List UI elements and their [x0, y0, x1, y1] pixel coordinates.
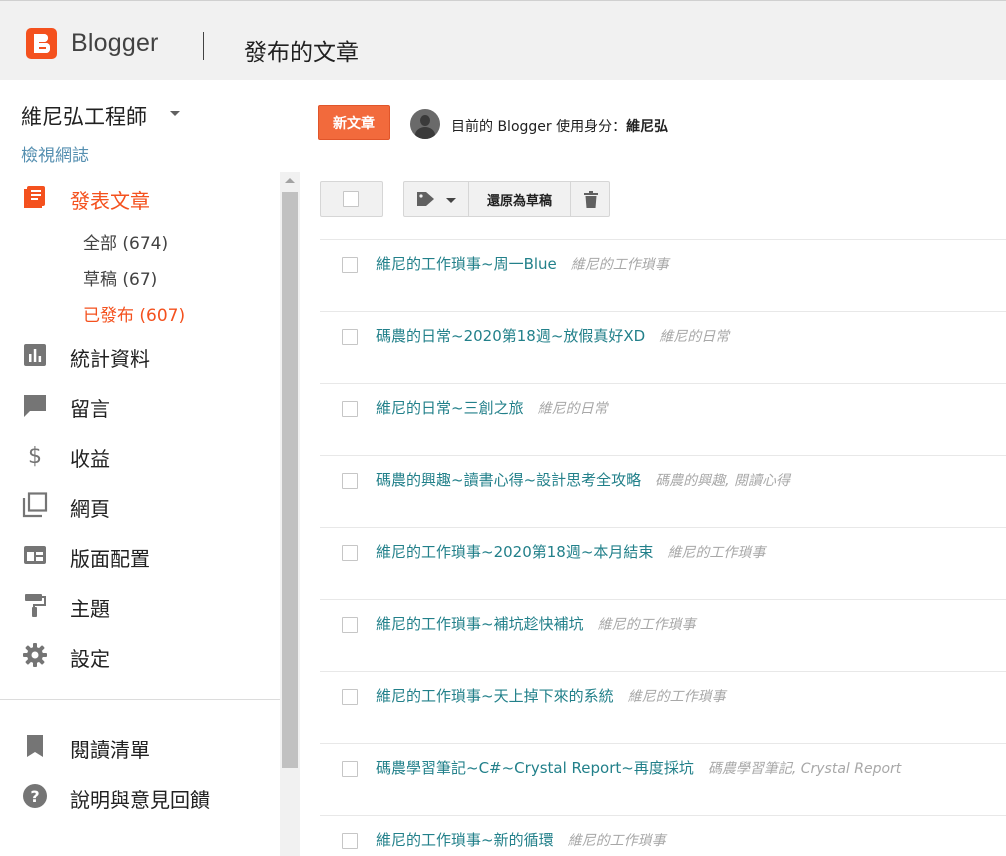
layout-icon [24, 546, 46, 564]
row-checkbox[interactable] [342, 833, 358, 849]
revert-to-draft-button[interactable]: 還原為草稿 [468, 182, 570, 216]
comment-icon [24, 395, 46, 417]
view-blog-link[interactable]: 檢視網誌 [21, 141, 89, 166]
sidebar-scrollbar[interactable] [280, 172, 300, 856]
sidebar-item-help[interactable]: ? 說明與意見回饋 [0, 777, 280, 817]
sidebar-sub-drafts[interactable]: 草稿 (67) [83, 265, 157, 290]
sidebar-item-label: 版面配置 [70, 547, 150, 571]
label-button[interactable] [404, 182, 468, 216]
sidebar-item-layout[interactable]: 版面配置 [0, 536, 280, 576]
sidebar-item-label: 留言 [70, 397, 110, 421]
post-title-link[interactable]: 維尼的工作瑣事~周一Blue [376, 253, 557, 274]
gear-icon [23, 643, 47, 667]
sidebar-item-label: 收益 [70, 447, 110, 471]
delete-button[interactable] [570, 182, 610, 216]
sidebar-sub-all[interactable]: 全部 (674) [83, 229, 168, 254]
header-divider [203, 32, 204, 60]
theme-icon [25, 594, 46, 617]
post-labels[interactable]: 維尼的工作瑣事 [571, 254, 669, 274]
post-labels[interactable]: 維尼的工作瑣事 [598, 614, 696, 634]
select-all-button[interactable] [320, 181, 383, 217]
table-row: 碼農的日常~2020第18週~放假真好XD 維尼的日常 [320, 311, 1006, 383]
sidebar-sub-published[interactable]: 已發布 (607) [83, 301, 185, 326]
svg-text:?: ? [30, 787, 39, 806]
sidebar-item-earnings[interactable]: $ 收益 [0, 436, 280, 476]
post-labels[interactable]: 維尼的日常 [538, 398, 608, 418]
post-title-link[interactable]: 維尼的工作瑣事~2020第18週~本月結束 [376, 541, 653, 562]
scrollbar-thumb[interactable] [282, 192, 298, 768]
row-checkbox[interactable] [342, 473, 358, 489]
post-list: 維尼的工作瑣事~周一Blue 維尼的工作瑣事 碼農的日常~2020第18週~放假… [320, 239, 1006, 856]
identity-text: 目前的 Blogger 使用身分：維尼弘 [451, 116, 668, 136]
table-row: 維尼的工作瑣事~天上掉下來的系統 維尼的工作瑣事 [320, 671, 1006, 743]
post-title-link[interactable]: 維尼的工作瑣事~天上掉下來的系統 [376, 685, 614, 706]
row-checkbox[interactable] [342, 689, 358, 705]
post-labels[interactable]: 維尼的工作瑣事 [568, 830, 666, 850]
help-icon: ? [23, 784, 47, 808]
avatar[interactable] [410, 109, 440, 139]
sidebar-item-label: 網頁 [70, 497, 110, 521]
row-checkbox[interactable] [342, 329, 358, 345]
sidebar-item-stats[interactable]: 統計資料 [0, 336, 280, 376]
row-checkbox[interactable] [342, 545, 358, 561]
post-labels[interactable]: 維尼的日常 [659, 326, 729, 346]
sidebar-item-label: 說明與意見回饋 [70, 788, 210, 812]
sidebar-item-label: 主題 [70, 597, 110, 621]
sidebar-item-theme[interactable]: 主題 [0, 586, 280, 626]
scroll-up-icon[interactable] [285, 178, 295, 183]
bookmark-icon [27, 735, 43, 757]
table-row: 碼農的興趣~讀書心得~設計思考全攻略 碼農的興趣, 閱讀心得 [320, 455, 1006, 527]
post-title-link[interactable]: 維尼的日常~三創之旅 [376, 397, 524, 418]
post-labels[interactable]: 碼農的興趣, 閱讀心得 [655, 470, 790, 490]
sidebar-item-label: 發表文章 [70, 189, 150, 213]
posts-icon [24, 186, 45, 208]
blog-name[interactable]: 維尼弘工程師 [21, 101, 147, 131]
post-labels[interactable]: 維尼的工作瑣事 [667, 542, 765, 562]
tag-icon [417, 192, 434, 206]
trash-icon [584, 191, 598, 208]
post-actions-toolbar: 還原為草稿 [403, 181, 610, 217]
row-checkbox[interactable] [342, 617, 358, 633]
sidebar-item-label: 統計資料 [70, 347, 150, 371]
row-checkbox[interactable] [342, 401, 358, 417]
post-title-link[interactable]: 維尼的工作瑣事~新的循環 [376, 829, 554, 850]
chevron-down-icon [446, 198, 456, 203]
blogger-logo-icon[interactable] [26, 28, 57, 59]
post-labels[interactable]: 碼農學習筆記, Crystal Report [708, 758, 901, 778]
sidebar-item-settings[interactable]: 設定 [0, 636, 280, 676]
select-all-checkbox[interactable] [343, 191, 359, 207]
sidebar-item-pages[interactable]: 網頁 [0, 486, 280, 526]
blogger-logo-text[interactable]: Blogger [71, 29, 159, 58]
new-post-button[interactable]: 新文章 [318, 105, 390, 140]
pages-icon [22, 492, 48, 518]
sidebar-item-label: 閱讀清單 [70, 738, 150, 762]
post-title-link[interactable]: 碼農學習筆記~C#~Crystal Report~再度採坑 [376, 757, 694, 778]
sidebar-item-comments[interactable]: 留言 [0, 386, 280, 426]
post-labels[interactable]: 維尼的工作瑣事 [628, 686, 726, 706]
post-title-link[interactable]: 碼農的日常~2020第18週~放假真好XD [376, 325, 645, 346]
sidebar-item-label: 設定 [70, 647, 110, 671]
identity-prefix: 目前的 Blogger 使用身分： [451, 119, 627, 135]
row-checkbox[interactable] [342, 761, 358, 777]
post-title-link[interactable]: 維尼的工作瑣事~補坑趁快補坑 [376, 613, 584, 634]
post-title-link[interactable]: 碼農的興趣~讀書心得~設計思考全攻略 [376, 469, 641, 490]
sidebar-item-reading-list[interactable]: 閱讀清單 [0, 727, 280, 767]
svg-text:$: $ [28, 444, 42, 468]
table-row: 維尼的日常~三創之旅 維尼的日常 [320, 383, 1006, 455]
sidebar: 維尼弘工程師 檢視網誌 發表文章 全部 (674) 草稿 (67) 已發布 (6… [0, 80, 280, 856]
table-row: 維尼的工作瑣事~2020第18週~本月結束 維尼的工作瑣事 [320, 527, 1006, 599]
page-title: 發布的文章 [244, 40, 359, 66]
table-row: 碼農學習筆記~C#~Crystal Report~再度採坑 碼農學習筆記, Cr… [320, 743, 1006, 815]
row-checkbox[interactable] [342, 257, 358, 273]
table-row: 維尼的工作瑣事~周一Blue 維尼的工作瑣事 [320, 239, 1006, 311]
stats-icon [24, 344, 46, 366]
table-row: 維尼的工作瑣事~新的循環 維尼的工作瑣事 [320, 815, 1006, 856]
app-header: Blogger 發布的文章 [0, 0, 1006, 80]
identity-name: 維尼弘 [626, 119, 669, 135]
dollar-icon: $ [28, 444, 42, 468]
sidebar-divider [0, 699, 280, 700]
table-row: 維尼的工作瑣事~補坑趁快補坑 維尼的工作瑣事 [320, 599, 1006, 671]
sidebar-item-posts[interactable]: 發表文章 [0, 178, 280, 218]
blog-switch-caret-icon[interactable] [170, 111, 180, 116]
